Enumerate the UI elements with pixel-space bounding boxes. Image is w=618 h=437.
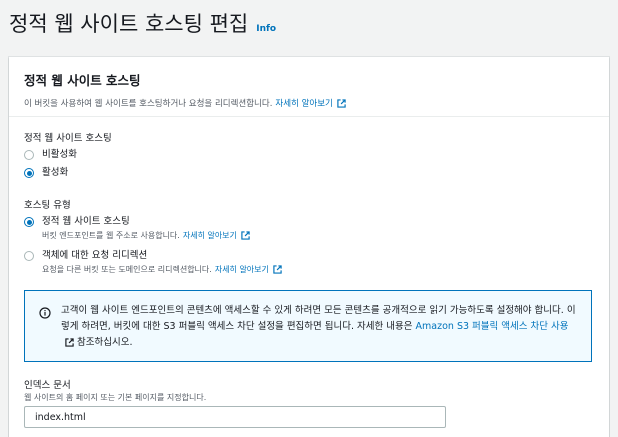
block-public-access-link[interactable]: Amazon S3 퍼블릭 액세스 차단 사용 [416, 321, 569, 332]
panel-description-text: 이 버킷을 사용하여 웹 사이트를 호스팅하거나 요청을 리디렉션합니다. [24, 99, 273, 109]
index-document-description: 웹 사이트의 홈 페이지 또는 기본 페이지를 지정합니다. [24, 393, 207, 402]
radio-enable-label: 활성화 [42, 167, 69, 178]
external-link-icon [337, 98, 346, 108]
hosting-type-label: 호스팅 유형 [24, 200, 71, 211]
radio-static-hosting[interactable]: 정적 웹 사이트 호스팅 버킷 엔드포인트를 웹 주소로 사용합니다. 자세히 … [24, 216, 250, 241]
learn-more-link[interactable]: 자세히 알아보기 [275, 97, 332, 109]
static-hosting-learn-more-link[interactable]: 자세히 알아보기 [183, 230, 237, 241]
radio-redirect-control[interactable] [24, 251, 34, 261]
radio-redirect-desc: 요청을 다른 버킷 또는 도메인으로 리디렉션합니다. 자세히 알아보기 [42, 264, 282, 275]
index-document-input[interactable] [24, 406, 446, 428]
radio-disable-control[interactable] [24, 150, 34, 160]
hosting-toggle-label: 정적 웹 사이트 호스팅 [24, 133, 112, 144]
external-link-icon [65, 338, 74, 347]
radio-static-hosting-label: 정적 웹 사이트 호스팅 [42, 216, 130, 227]
static-website-hosting-panel: 정적 웹 사이트 호스팅 이 버킷을 사용하여 웹 사이트를 호스팅하거나 요청… [9, 57, 609, 437]
external-link-icon [273, 265, 282, 274]
external-link-icon [241, 231, 250, 240]
panel-header: 정적 웹 사이트 호스팅 이 버킷을 사용하여 웹 사이트를 호스팅하거나 요청… [9, 57, 609, 117]
radio-enable[interactable]: 활성화 [24, 167, 68, 179]
info-link[interactable]: Info [256, 24, 276, 34]
radio-redirect[interactable]: 객체에 대한 요청 리디렉션 요청을 다른 버킷 또는 도메인으로 리디렉션합니… [24, 250, 282, 275]
alert-text-after: 참조하십시오. [74, 337, 133, 348]
radio-static-hosting-control[interactable] [24, 217, 34, 227]
index-document-label: 인덱스 문서 [24, 380, 71, 391]
radio-redirect-label: 객체에 대한 요청 리디렉션 [42, 250, 148, 261]
page-header: 정적 웹 사이트 호스팅 편집 Info [9, 8, 276, 38]
radio-redirect-desc-text: 요청을 다른 버킷 또는 도메인으로 리디렉션합니다. [42, 265, 212, 274]
page-title: 정적 웹 사이트 호스팅 편집 [9, 12, 249, 36]
radio-static-hosting-desc-text: 버킷 엔드포인트를 웹 주소로 사용합니다. [42, 231, 180, 240]
alert-text: 고객이 웹 사이트 엔드포인트의 콘텐츠에 액세스할 수 있게 하려면 모든 콘… [61, 303, 581, 351]
radio-disable-label: 비활성화 [42, 149, 77, 160]
redirect-learn-more-link[interactable]: 자세히 알아보기 [215, 264, 269, 275]
info-alert: 고객이 웹 사이트 엔드포인트의 콘텐츠에 액세스할 수 있게 하려면 모든 콘… [24, 290, 592, 362]
radio-enable-control[interactable] [24, 168, 34, 178]
panel-description: 이 버킷을 사용하여 웹 사이트를 호스팅하거나 요청을 리디렉션합니다. 자세… [24, 97, 593, 109]
panel-title: 정적 웹 사이트 호스팅 [24, 73, 141, 88]
radio-disable[interactable]: 비활성화 [24, 149, 77, 161]
info-icon [39, 307, 51, 319]
radio-static-hosting-desc: 버킷 엔드포인트를 웹 주소로 사용합니다. 자세히 알아보기 [42, 230, 250, 241]
